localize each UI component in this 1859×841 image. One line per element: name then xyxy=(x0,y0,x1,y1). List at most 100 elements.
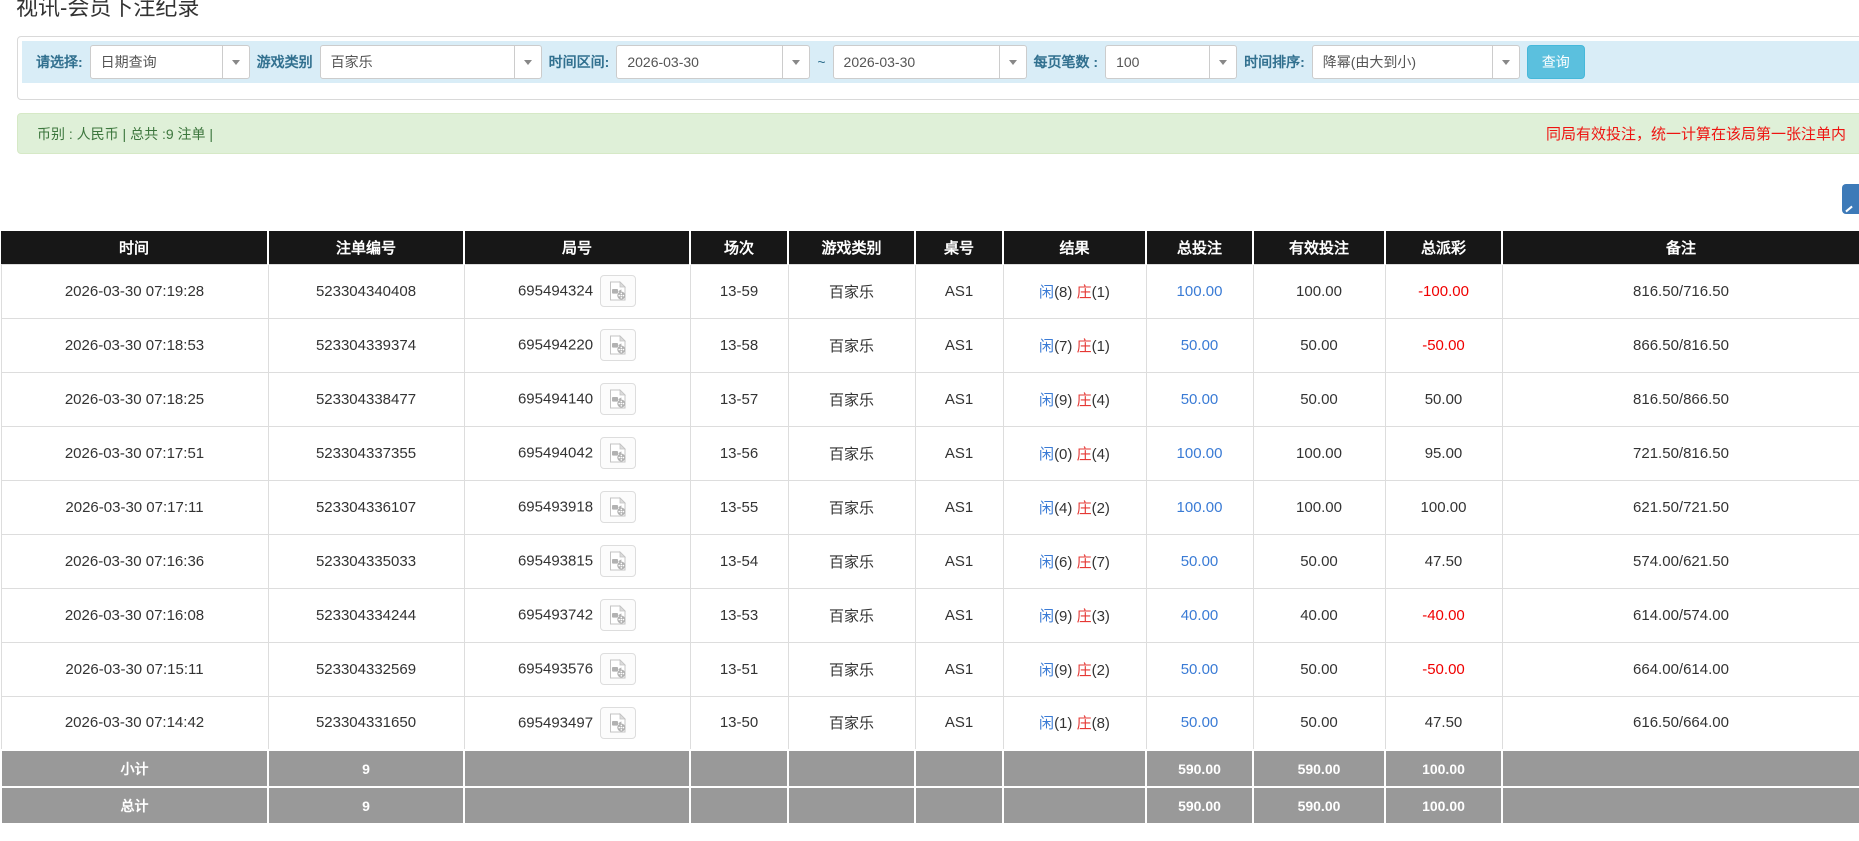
result-banker-points: (7) xyxy=(1091,553,1110,571)
cell-session: 13-57 xyxy=(689,371,789,427)
query-type-select[interactable]: 日期查询 xyxy=(89,45,250,79)
result-player-label: 闲 xyxy=(1039,607,1055,625)
cell-time: 2026-03-30 07:15:11 xyxy=(0,641,269,697)
total-empty-cell xyxy=(689,786,789,825)
total-bet-link[interactable]: 40.00 xyxy=(1181,607,1219,624)
cell-payout: -40.00 xyxy=(1384,587,1503,643)
video-replay-button[interactable] xyxy=(600,275,637,307)
cell-remark: 664.00/614.00 xyxy=(1501,641,1859,697)
video-file-icon xyxy=(610,497,627,517)
subtotal-empty-cell xyxy=(463,749,691,788)
video-replay-button[interactable] xyxy=(600,329,637,361)
video-file-icon xyxy=(610,281,627,301)
total-bet-link[interactable]: 50.00 xyxy=(1181,714,1219,731)
cell-round-id: 695494140 xyxy=(463,371,691,427)
cell-result: 闲(8) 庄(1) xyxy=(1002,263,1147,319)
video-replay-button[interactable] xyxy=(600,491,637,523)
cell-remark: 616.50/664.00 xyxy=(1501,695,1859,751)
total-bet-link[interactable]: 100.00 xyxy=(1177,445,1223,462)
page-size-select[interactable]: 100 xyxy=(1105,45,1238,79)
total-row: 总计 9 590.00 590.00 100.00 xyxy=(0,786,1859,825)
table-row: 2026-03-30 07:18:53 523304339374 6954942… xyxy=(0,317,1859,373)
column-header: 游戏类别 xyxy=(788,231,916,264)
cell-payout: -100.00 xyxy=(1384,263,1503,319)
cell-session: 13-54 xyxy=(689,533,789,589)
cell-table-no: AS1 xyxy=(914,425,1004,481)
result-player-points: (0) xyxy=(1054,445,1073,463)
filter-panel: 请选择: 日期查询 游戏类别 百家乐 时间区间: 2026-03-30 ~ 20… xyxy=(17,36,1859,100)
date-from-select[interactable]: 2026-03-30 xyxy=(616,45,811,79)
video-file-icon xyxy=(610,443,627,463)
round-id-text: 695494042 xyxy=(517,444,594,462)
cell-game-type: 百家乐 xyxy=(787,587,916,643)
column-header: 结果 xyxy=(1003,231,1147,264)
round-id-text: 695493497 xyxy=(517,714,594,732)
time-sort-select[interactable]: 降幂(由大到小) xyxy=(1311,45,1520,79)
table-row: 2026-03-30 07:18:25 523304338477 6954941… xyxy=(0,371,1859,427)
game-type-select[interactable]: 百家乐 xyxy=(319,45,542,79)
subtotal-empty-cell xyxy=(689,749,789,788)
column-header: 时间 xyxy=(1,231,269,264)
video-replay-button[interactable] xyxy=(600,653,637,685)
cell-bet-id: 523304340408 xyxy=(267,263,465,319)
cell-table-no: AS1 xyxy=(914,533,1004,589)
result-banker-label: 庄 xyxy=(1076,283,1092,301)
result-banker-points: (2) xyxy=(1091,499,1110,517)
result-banker-points: (4) xyxy=(1091,391,1110,409)
cell-time: 2026-03-30 07:17:11 xyxy=(0,479,269,535)
cell-payout: 47.50 xyxy=(1384,695,1503,751)
column-header: 总派彩 xyxy=(1385,231,1503,264)
total-valid-bet: 590.00 xyxy=(1252,786,1386,825)
total-payout: 100.00 xyxy=(1384,786,1503,825)
column-header: 注单编号 xyxy=(268,231,465,264)
table-row: 2026-03-30 07:17:51 523304337355 6954940… xyxy=(0,425,1859,481)
game-type-label: 游戏类别 xyxy=(256,54,313,70)
cell-table-no: AS1 xyxy=(914,641,1004,697)
video-replay-button[interactable] xyxy=(600,599,637,631)
table-row: 2026-03-30 07:16:36 523304335033 6954938… xyxy=(0,533,1859,589)
cell-round-id: 695493815 xyxy=(463,533,691,589)
cell-valid-bet: 50.00 xyxy=(1252,533,1386,589)
search-button[interactable]: 查询 xyxy=(1526,45,1585,79)
total-bet-link[interactable]: 50.00 xyxy=(1181,553,1219,570)
total-bet-link[interactable]: 50.00 xyxy=(1181,391,1219,408)
result-player-points: (1) xyxy=(1054,715,1073,733)
total-bet-link[interactable]: 50.00 xyxy=(1181,337,1219,354)
round-id-text: 695493576 xyxy=(517,660,594,678)
back-to-top-button-partial[interactable] xyxy=(1842,184,1859,214)
cell-game-type: 百家乐 xyxy=(787,695,916,751)
cell-bet-id: 523304332569 xyxy=(267,641,465,697)
cell-session: 13-59 xyxy=(689,263,789,319)
result-player-label: 闲 xyxy=(1039,499,1055,517)
subtotal-empty-cell xyxy=(914,749,1004,788)
cell-bet-id: 523304336107 xyxy=(267,479,465,535)
total-bet-link[interactable]: 50.00 xyxy=(1181,661,1219,678)
video-replay-button[interactable] xyxy=(600,383,637,415)
result-player-label: 闲 xyxy=(1039,337,1055,355)
video-replay-button[interactable] xyxy=(600,545,637,577)
cell-round-id: 695493497 xyxy=(463,695,691,751)
cell-table-no: AS1 xyxy=(914,263,1004,319)
cell-result: 闲(6) 庄(7) xyxy=(1002,533,1147,589)
date-to-select[interactable]: 2026-03-30 xyxy=(832,45,1027,79)
caret-down-icon xyxy=(1491,46,1519,78)
caret-down-icon xyxy=(1209,46,1236,78)
cell-total-bet: 50.00 xyxy=(1145,371,1254,427)
cell-valid-bet: 100.00 xyxy=(1252,425,1386,481)
subtotal-row: 小计 9 590.00 590.00 100.00 xyxy=(0,749,1859,788)
round-id-text: 695493742 xyxy=(517,606,594,624)
result-player-points: (9) xyxy=(1054,661,1073,679)
cell-round-id: 695494220 xyxy=(463,317,691,373)
cell-time: 2026-03-30 07:19:28 xyxy=(0,263,269,319)
cell-game-type: 百家乐 xyxy=(787,533,916,589)
cell-payout: 95.00 xyxy=(1384,425,1503,481)
total-bet-link[interactable]: 100.00 xyxy=(1177,283,1223,300)
table-row: 2026-03-30 07:14:42 523304331650 6954934… xyxy=(0,695,1859,751)
cell-round-id: 695493742 xyxy=(463,587,691,643)
cell-result: 闲(1) 庄(8) xyxy=(1002,695,1147,751)
round-id-text: 695494140 xyxy=(517,390,594,408)
total-bet-link[interactable]: 100.00 xyxy=(1177,499,1223,516)
video-replay-button[interactable] xyxy=(600,437,637,469)
video-replay-button[interactable] xyxy=(600,706,637,739)
caret-down-icon xyxy=(221,46,249,78)
